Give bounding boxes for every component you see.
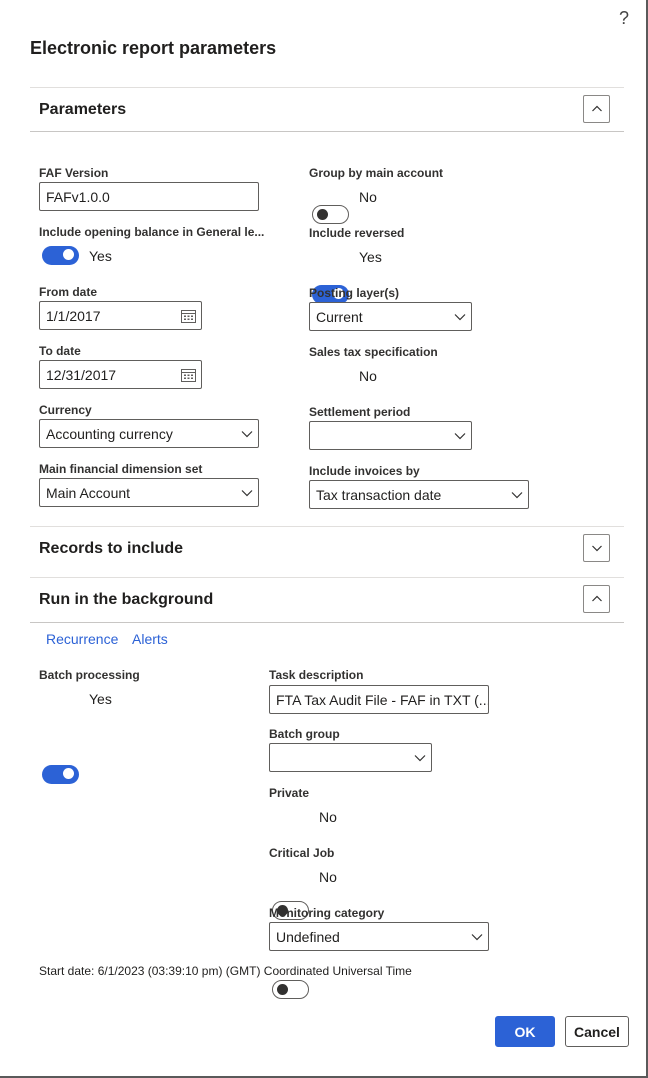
- from-date-input[interactable]: 1/1/2017: [39, 301, 202, 330]
- ok-button[interactable]: OK: [495, 1016, 555, 1047]
- critical-job-label: Critical Job: [269, 846, 335, 860]
- chevron-down-icon: [236, 430, 258, 438]
- faf-version-value: FAFv1.0.0: [46, 188, 110, 205]
- start-date-note: Start date: 6/1/2023 (03:39:10 pm) (GMT)…: [39, 964, 412, 978]
- to-date-label: To date: [39, 344, 81, 358]
- from-date-label: From date: [39, 285, 98, 299]
- include-invoices-by-select[interactable]: Tax transaction date: [309, 480, 529, 509]
- section-divider-top: [30, 87, 624, 88]
- faf-version-label: FAF Version: [39, 166, 109, 180]
- alerts-link[interactable]: Alerts: [132, 631, 168, 647]
- monitoring-category-label: Monitoring category: [269, 906, 385, 920]
- batch-group-select[interactable]: [269, 743, 432, 772]
- settlement-period-select[interactable]: [309, 421, 472, 450]
- posting-layers-label: Posting layer(s): [309, 286, 400, 300]
- sales-tax-spec-label: Sales tax specification: [309, 345, 438, 359]
- parameters-underline: [30, 131, 624, 132]
- critical-job-state: No: [319, 869, 337, 885]
- chevron-down-icon: [449, 432, 471, 440]
- records-expand-button[interactable]: [583, 534, 610, 562]
- posting-layers-select[interactable]: Current: [309, 302, 472, 331]
- opening-balance-toggle[interactable]: [42, 246, 79, 265]
- currency-label: Currency: [39, 403, 92, 417]
- monitoring-category-value: Undefined: [276, 928, 340, 945]
- to-date-input[interactable]: 12/31/2017: [39, 360, 202, 389]
- dialog-title: Electronic report parameters: [30, 38, 277, 58]
- batch-processing-toggle[interactable]: [42, 765, 79, 784]
- group-by-main-label: Group by main account: [309, 166, 444, 180]
- include-reversed-label: Include reversed: [309, 226, 405, 240]
- posting-layers-value: Current: [316, 308, 363, 325]
- chevron-down-icon: [449, 313, 471, 321]
- include-invoices-by-value: Tax transaction date: [316, 486, 442, 503]
- to-date-value: 12/31/2017: [46, 366, 117, 383]
- include-reversed-state: Yes: [359, 249, 382, 265]
- chevron-down-icon: [591, 545, 602, 552]
- dimension-set-value: Main Account: [46, 484, 131, 501]
- opening-balance-state: Yes: [89, 248, 112, 264]
- parameters-collapse-button[interactable]: [583, 95, 610, 123]
- critical-job-toggle[interactable]: [272, 980, 309, 999]
- electronic-report-dialog: ? Electronic report parameters Parameter…: [0, 0, 648, 1078]
- batch-group-label: Batch group: [269, 727, 340, 741]
- dimension-set-select[interactable]: Main Account: [39, 478, 259, 507]
- recurrence-link[interactable]: Recurrence: [46, 631, 118, 647]
- parameters-heading: Parameters: [39, 101, 127, 118]
- task-description-label: Task description: [269, 668, 364, 682]
- calendar-icon[interactable]: [175, 309, 201, 323]
- faf-version-input[interactable]: FAFv1.0.0: [39, 182, 259, 211]
- chevron-down-icon: [466, 933, 488, 941]
- help-icon[interactable]: ?: [616, 8, 632, 29]
- chevron-down-icon: [409, 754, 431, 762]
- background-collapse-button[interactable]: [583, 585, 610, 613]
- cancel-button[interactable]: Cancel: [565, 1016, 629, 1047]
- monitoring-category-select[interactable]: Undefined: [269, 922, 489, 951]
- task-description-input[interactable]: FTA Tax Audit File - FAF in TXT (...: [269, 685, 489, 714]
- group-by-main-state: No: [359, 189, 377, 205]
- from-date-value: 1/1/2017: [46, 307, 101, 324]
- batch-processing-state: Yes: [89, 691, 112, 707]
- task-description-value: FTA Tax Audit File - FAF in TXT (...: [276, 691, 488, 708]
- chevron-up-icon: [591, 105, 602, 112]
- batch-processing-label: Batch processing: [39, 668, 140, 682]
- section-divider: [30, 577, 624, 578]
- section-divider: [30, 526, 624, 527]
- include-invoices-by-label: Include invoices by: [309, 464, 420, 478]
- private-label: Private: [269, 786, 310, 800]
- settlement-period-label: Settlement period: [309, 405, 411, 419]
- chevron-down-icon: [506, 491, 528, 499]
- records-heading: Records to include: [39, 540, 184, 557]
- background-underline: [30, 622, 624, 623]
- background-heading: Run in the background: [39, 591, 214, 608]
- group-by-main-toggle[interactable]: [312, 205, 349, 224]
- chevron-down-icon: [236, 489, 258, 497]
- sales-tax-spec-state: No: [359, 368, 377, 384]
- currency-value: Accounting currency: [46, 425, 173, 442]
- dimension-set-label: Main financial dimension set: [39, 462, 203, 476]
- calendar-icon[interactable]: [175, 368, 201, 382]
- opening-balance-label: Include opening balance in General le...: [39, 225, 265, 239]
- private-state: No: [319, 809, 337, 825]
- chevron-up-icon: [591, 595, 602, 602]
- currency-select[interactable]: Accounting currency: [39, 419, 259, 448]
